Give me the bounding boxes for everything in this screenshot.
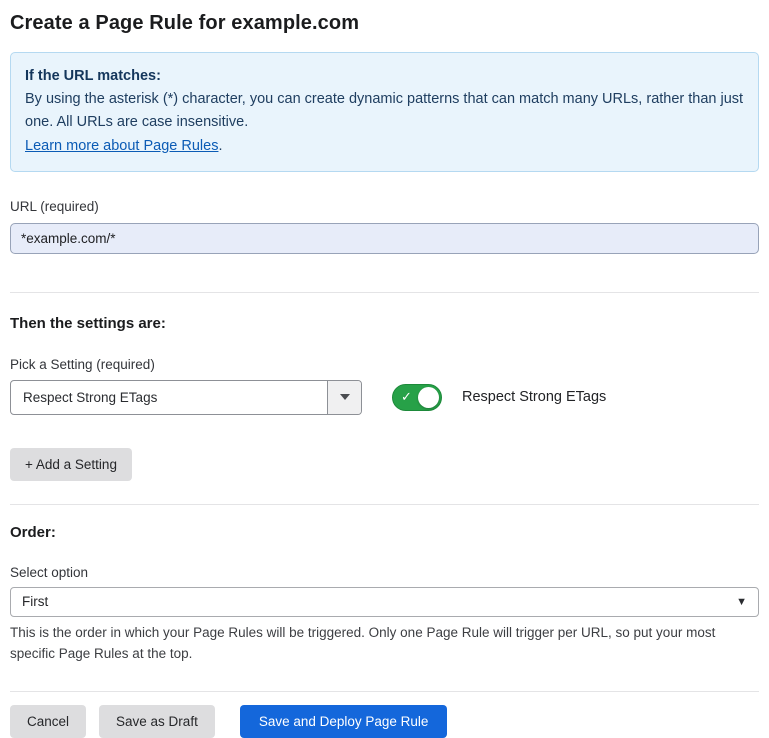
url-matches-info-box: If the URL matches: By using the asteris…: [10, 52, 759, 172]
page-title: Create a Page Rule for example.com: [10, 12, 759, 35]
divider: [10, 504, 759, 505]
save-and-deploy-button[interactable]: Save and Deploy Page Rule: [240, 705, 448, 738]
url-field-label: URL (required): [10, 199, 759, 214]
check-icon: ✓: [401, 389, 412, 405]
order-select-label: Select option: [10, 565, 759, 580]
etags-toggle-label: Respect Strong ETags: [462, 389, 606, 405]
setting-row: Respect Strong ETags ✓ Respect Strong ET…: [10, 380, 759, 415]
setting-select-caret-button[interactable]: [327, 381, 361, 414]
setting-select[interactable]: Respect Strong ETags: [10, 380, 362, 415]
save-as-draft-button[interactable]: Save as Draft: [99, 705, 215, 738]
order-help-text: This is the order in which your Page Rul…: [10, 623, 750, 665]
info-box-body: By using the asterisk (*) character, you…: [25, 88, 744, 134]
order-select[interactable]: First ▼: [10, 587, 759, 617]
chevron-down-icon: [340, 394, 350, 400]
chevron-down-icon: ▼: [736, 596, 747, 608]
etags-toggle[interactable]: ✓: [392, 384, 442, 411]
divider: [10, 292, 759, 293]
info-box-heading: If the URL matches:: [25, 65, 744, 88]
cancel-button[interactable]: Cancel: [10, 705, 86, 738]
learn-more-link[interactable]: Learn more about Page Rules: [25, 138, 218, 154]
form-actions: Cancel Save as Draft Save and Deploy Pag…: [10, 705, 759, 738]
link-period: .: [218, 138, 222, 154]
order-section-heading: Order:: [10, 524, 759, 541]
url-input[interactable]: [10, 223, 759, 254]
info-box-link-line: Learn more about Page Rules.: [25, 135, 744, 158]
setting-select-value: Respect Strong ETags: [11, 381, 327, 414]
etags-toggle-group: ✓ Respect Strong ETags: [392, 384, 606, 411]
divider: [10, 691, 759, 692]
add-setting-button[interactable]: + Add a Setting: [10, 448, 132, 481]
toggle-knob: [418, 387, 439, 408]
settings-section-heading: Then the settings are:: [10, 315, 759, 332]
order-select-value: First: [22, 594, 48, 609]
pick-setting-label: Pick a Setting (required): [10, 357, 759, 372]
page-rule-form: Create a Page Rule for example.com If th…: [0, 0, 769, 738]
